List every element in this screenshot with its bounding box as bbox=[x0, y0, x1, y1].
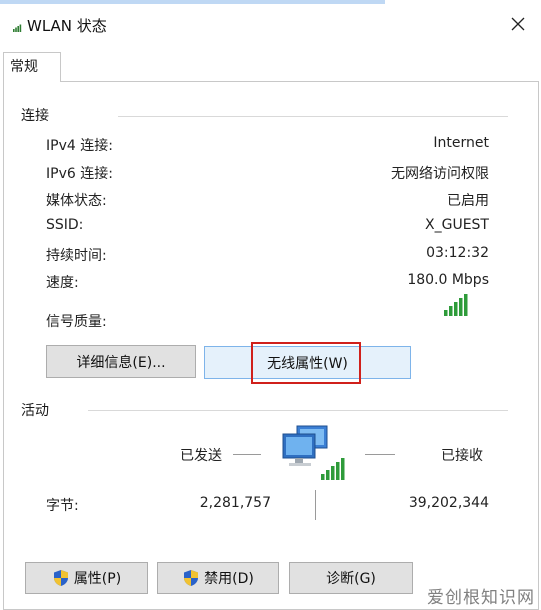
media-state-label: 媒体状态: bbox=[46, 193, 107, 209]
connection-section-title: 连接 bbox=[21, 108, 49, 124]
bytes-received-value: 39,202,344 bbox=[408, 495, 489, 511]
received-dash bbox=[365, 454, 395, 455]
ssid-value: X_GUEST bbox=[425, 217, 489, 233]
close-icon bbox=[511, 17, 525, 31]
received-label: 已接收 bbox=[441, 448, 483, 464]
duration-value: 03:12:32 bbox=[426, 245, 489, 261]
highlight-box bbox=[251, 342, 361, 384]
watermark-text: 爱创根知识网 bbox=[427, 588, 535, 608]
activity-separator bbox=[315, 490, 316, 520]
ipv4-value: Internet bbox=[433, 135, 489, 151]
details-button[interactable]: 详细信息(E)... bbox=[46, 345, 196, 378]
speed-label: 速度: bbox=[46, 275, 79, 291]
signal-quality-label: 信号质量: bbox=[46, 314, 107, 330]
wifi-signal-icon bbox=[13, 24, 22, 32]
bytes-sent-value: 2,281,757 bbox=[199, 495, 271, 511]
shield-icon bbox=[53, 570, 68, 586]
duration-label: 持续时间: bbox=[46, 248, 107, 264]
disable-button-label: 禁用(D) bbox=[204, 571, 254, 587]
tab-strip: 常规 bbox=[0, 52, 541, 82]
diagnose-button[interactable]: 诊断(G) bbox=[289, 562, 413, 594]
properties-button-label: 属性(P) bbox=[73, 571, 122, 587]
disable-button[interactable]: 禁用(D) bbox=[157, 562, 279, 594]
bytes-label: 字节: bbox=[46, 498, 79, 514]
signal-strength-icon bbox=[444, 294, 468, 316]
close-button[interactable] bbox=[503, 10, 533, 38]
media-state-value: 已启用 bbox=[447, 193, 489, 209]
divider bbox=[88, 410, 508, 411]
ssid-label: SSID: bbox=[46, 217, 84, 233]
network-computers-icon bbox=[282, 425, 345, 480]
ipv6-label: IPv6 连接: bbox=[46, 166, 113, 182]
window-title: WLAN 状态 bbox=[27, 17, 107, 35]
ipv6-value: 无网络访问权限 bbox=[391, 166, 489, 182]
ipv4-label: IPv4 连接: bbox=[46, 138, 113, 154]
shield-icon bbox=[184, 570, 199, 586]
sent-dash bbox=[233, 454, 261, 455]
title-bar[interactable]: WLAN 状态 bbox=[0, 4, 541, 42]
speed-value: 180.0 Mbps bbox=[407, 272, 489, 288]
sent-label: 已发送 bbox=[180, 448, 222, 464]
divider bbox=[118, 116, 508, 117]
activity-section-title: 活动 bbox=[21, 403, 49, 419]
properties-button[interactable]: 属性(P) bbox=[25, 562, 148, 594]
tab-general[interactable]: 常规 bbox=[3, 52, 61, 82]
